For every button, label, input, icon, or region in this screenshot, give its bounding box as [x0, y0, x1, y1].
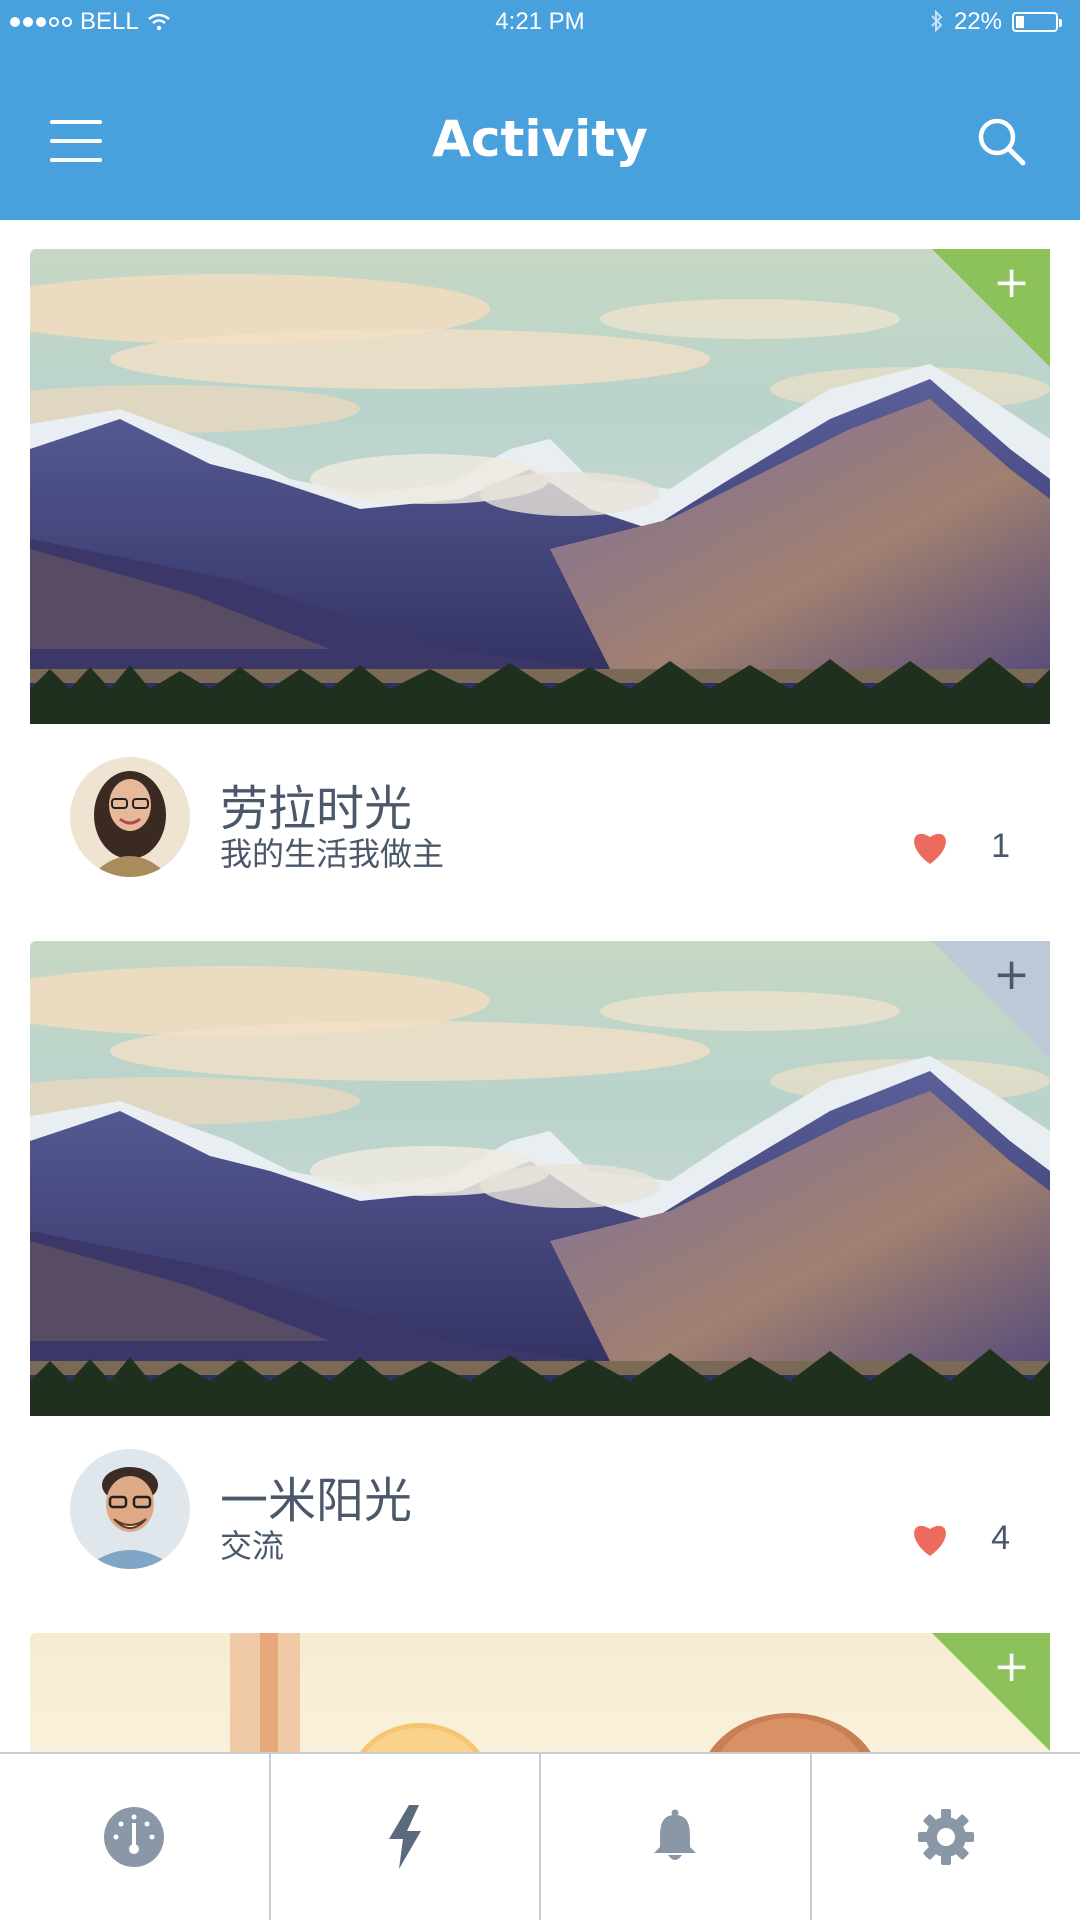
lightning-icon — [388, 1805, 421, 1869]
tab-activity[interactable] — [268, 1754, 540, 1920]
activity-card[interactable]: + — [30, 1633, 1050, 1752]
heart-icon — [914, 833, 946, 864]
activity-card[interactable]: + 一米阳光 交流 4 — [30, 941, 1050, 1621]
status-bar: BELL 4:21 PM 22% — [0, 0, 1080, 44]
card-subtitle: 我的生活我做主 — [220, 835, 445, 873]
search-icon[interactable] — [975, 115, 1029, 169]
card-photo[interactable] — [30, 1633, 1050, 1752]
add-button[interactable]: + — [932, 249, 1050, 367]
activity-card[interactable]: + 劳拉时光 我的生活我做主 1 — [30, 249, 1050, 929]
avatar[interactable] — [70, 757, 190, 877]
card-photo[interactable] — [30, 249, 1050, 724]
gauge-icon — [104, 1807, 165, 1867]
like-button[interactable]: 1 — [909, 827, 1010, 866]
card-subtitle: 交流 — [220, 1527, 285, 1565]
card-photo[interactable] — [30, 941, 1050, 1416]
page-title: Activity — [432, 110, 648, 168]
like-button[interactable]: 4 — [909, 1519, 1010, 1558]
like-count: 4 — [991, 1519, 1010, 1557]
add-button[interactable]: + — [932, 941, 1050, 1059]
tab-notifications[interactable] — [539, 1754, 810, 1920]
avatar[interactable] — [70, 1449, 190, 1569]
bell-icon — [654, 1809, 697, 1860]
bluetooth-icon — [931, 10, 943, 33]
gear-icon — [917, 1809, 974, 1865]
status-right: 22% — [930, 8, 1062, 36]
like-count: 1 — [991, 827, 1010, 865]
tab-settings[interactable] — [809, 1754, 1080, 1920]
status-time: 4:21 PM — [495, 8, 585, 35]
plus-icon: + — [993, 1641, 1030, 1692]
battery-icon — [1012, 12, 1062, 32]
battery-level — [1016, 16, 1025, 28]
tab-bar — [0, 1752, 1080, 1920]
add-button[interactable]: + — [932, 1633, 1050, 1751]
plus-icon: + — [993, 257, 1030, 308]
app-header: BELL 4:21 PM 22% Activity — [0, 0, 1080, 220]
battery-percent: 22% — [953, 8, 1002, 35]
tab-dashboard[interactable] — [0, 1754, 269, 1920]
heart-icon — [914, 1525, 946, 1556]
plus-icon: + — [993, 949, 1030, 1000]
